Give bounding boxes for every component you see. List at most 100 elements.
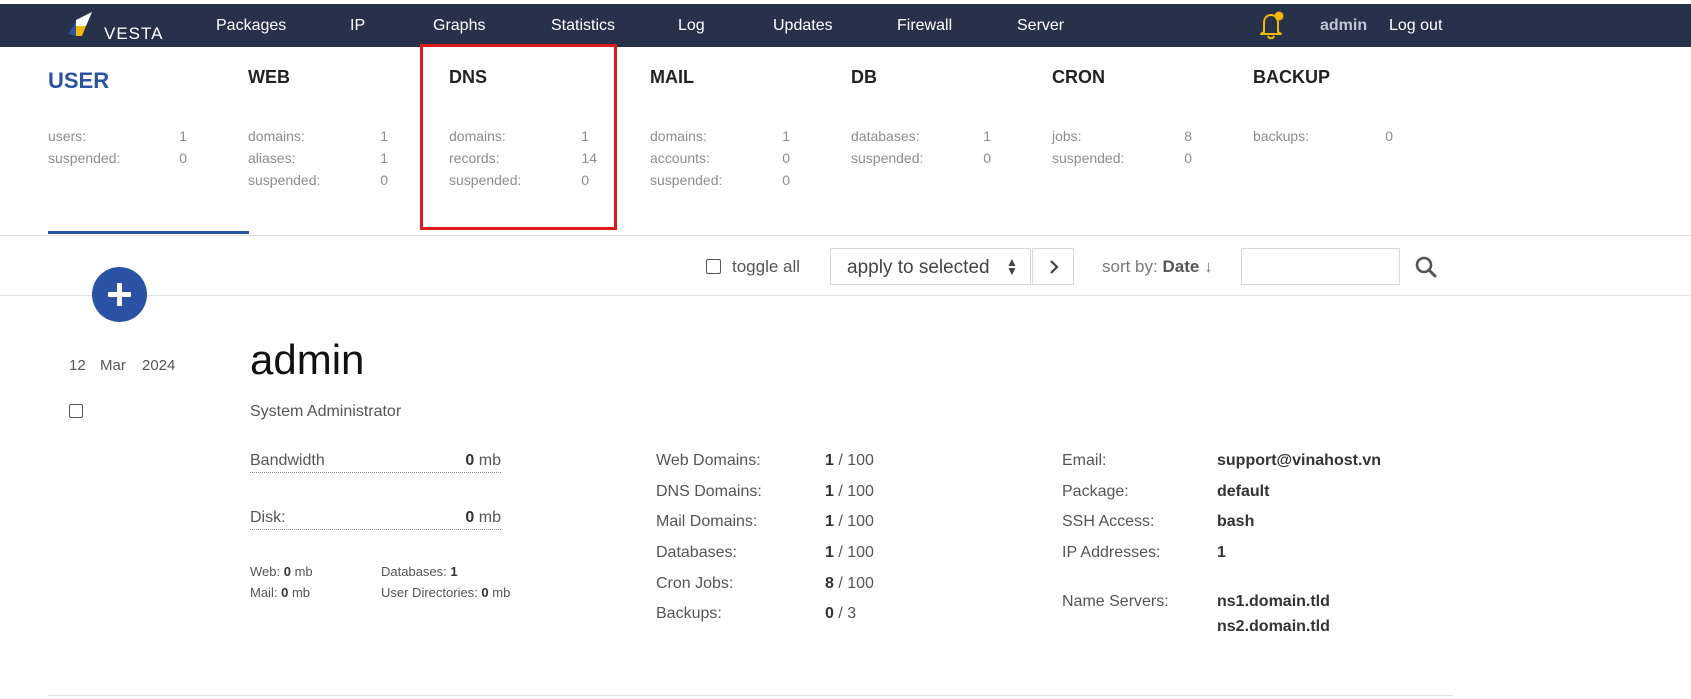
limit-value: 8 / 100 <box>825 575 874 592</box>
limit-used: 0 <box>825 605 834 622</box>
limit-value: 1 / 100 <box>825 544 874 561</box>
top-nav-bar: VESTA Packages IP Graphs Statistics Log … <box>0 4 1691 47</box>
package-label: Package: <box>1062 483 1129 500</box>
limit-used: 1 <box>825 544 834 561</box>
ssh-value: bash <box>1217 513 1255 530</box>
nav-logout[interactable]: Log out <box>1389 4 1442 47</box>
stat-value: 0 <box>380 172 388 188</box>
search-icon[interactable] <box>1414 255 1438 279</box>
bandwidth-unit: mb <box>478 452 501 469</box>
disk-udir-unit: mb <box>492 585 511 600</box>
stat-label: accounts: <box>650 150 710 166</box>
email-value: support@vinahost.vn <box>1217 452 1382 469</box>
limit-label: Mail Domains: <box>656 513 758 530</box>
add-user-button[interactable] <box>92 267 147 322</box>
disk-mail-value: 0 <box>281 585 289 600</box>
stat-value: 0 <box>179 150 187 166</box>
disk-db-label: Databases: <box>381 564 447 579</box>
vesta-logo-icon <box>68 12 92 36</box>
stat-value: 0 <box>1385 128 1393 144</box>
limit-label: Databases: <box>656 544 737 561</box>
limit-label: Backups: <box>656 605 722 622</box>
stat-value: 0 <box>1184 150 1192 166</box>
vesta-logo[interactable]: VESTA <box>64 12 234 43</box>
name-servers-label: Name Servers: <box>1062 593 1169 610</box>
disk-web: Web: 0 mb <box>250 564 313 579</box>
nav-graphs[interactable]: Graphs <box>433 4 485 47</box>
limit-used: 1 <box>825 452 834 469</box>
nav-packages[interactable]: Packages <box>216 4 286 47</box>
nav-log[interactable]: Log <box>678 4 705 47</box>
stat-value: 1 <box>380 128 388 144</box>
date-year: 2024 <box>142 357 176 374</box>
stat-label: suspended: <box>48 150 121 166</box>
nav-username[interactable]: admin <box>1320 4 1367 47</box>
stat-label: suspended: <box>1052 150 1125 166</box>
nav-firewall[interactable]: Firewall <box>897 4 952 47</box>
stat-label: suspended: <box>650 172 723 188</box>
disk-mail: Mail: 0 mb <box>250 585 310 600</box>
chevron-right-icon <box>1050 260 1059 274</box>
limit-max: 100 <box>847 483 874 500</box>
bandwidth-value: 0 mb <box>430 452 501 470</box>
stat-title-web: WEB <box>248 67 290 87</box>
date-day: 12 <box>69 357 86 374</box>
stat-label: jobs: <box>1052 128 1082 144</box>
updown-caret-icon: ▲ ▼ <box>1006 255 1018 278</box>
limit-label: Cron Jobs: <box>656 575 734 592</box>
user-name[interactable]: admin <box>250 336 364 384</box>
disk-databases: Databases: 1 <box>381 564 458 579</box>
bell-icon[interactable] <box>1259 10 1285 40</box>
stat-label: databases: <box>851 128 920 144</box>
limit-value: 1 / 100 <box>825 513 874 530</box>
apply-button[interactable] <box>1032 248 1074 285</box>
package-value: default <box>1217 483 1270 500</box>
stat-value: 8 <box>1184 128 1192 144</box>
apply-to-selected-select[interactable]: apply to selected ▲ ▼ <box>830 248 1031 285</box>
stat-title-db: DB <box>851 67 877 87</box>
sort-by[interactable]: sort by: Date ↓ <box>1102 257 1213 277</box>
nav-updates[interactable]: Updates <box>773 4 833 47</box>
stat-value: 1 <box>179 128 187 144</box>
bandwidth-label: Bandwidth <box>250 452 325 469</box>
limit-max: 100 <box>847 452 874 469</box>
list-divider <box>48 695 1453 696</box>
disk-web-unit: mb <box>294 564 313 579</box>
row-checkbox[interactable] <box>69 404 83 418</box>
search-input[interactable] <box>1241 248 1400 285</box>
disk-web-value: 0 <box>283 564 291 579</box>
nav-server[interactable]: Server <box>1017 4 1064 47</box>
disk-udir-value: 0 <box>481 585 489 600</box>
limit-label: Web Domains: <box>656 452 761 469</box>
name-server-1: ns1.domain.tld <box>1217 593 1330 610</box>
stat-title-user: USER <box>48 68 110 93</box>
stat-label: users: <box>48 128 87 144</box>
disk-udir-label: User Directories: <box>381 585 478 600</box>
brand-name: VESTA <box>104 24 164 43</box>
limit-max: 100 <box>847 513 874 530</box>
active-tab-indicator <box>48 231 249 234</box>
ip-label: IP Addresses: <box>1062 544 1161 561</box>
toolbar-divider <box>0 295 1691 296</box>
dns-highlight-box <box>420 44 617 230</box>
bandwidth-amount: 0 <box>465 452 475 469</box>
stat-title-mail: MAIL <box>650 67 694 87</box>
nav-ip[interactable]: IP <box>350 4 365 47</box>
disk-mail-label: Mail: <box>250 585 278 600</box>
disk-web-label: Web: <box>250 564 281 579</box>
disk-mail-unit: mb <box>291 585 310 600</box>
limit-value: 0 / 3 <box>825 605 857 622</box>
stat-label: domains: <box>650 128 707 144</box>
sort-field: Date <box>1162 257 1200 276</box>
limit-used: 8 <box>825 575 834 592</box>
disk-user-directories: User Directories: 0 mb <box>381 585 510 600</box>
stat-label: suspended: <box>248 172 321 188</box>
stat-value: 1 <box>983 128 991 144</box>
nav-statistics[interactable]: Statistics <box>551 4 615 47</box>
stat-label: aliases: <box>248 150 296 166</box>
toggle-all-checkbox[interactable] <box>706 259 721 274</box>
select-value: apply to selected <box>847 257 990 278</box>
sort-by-prefix: sort by: <box>1102 257 1158 276</box>
toggle-all-label[interactable]: toggle all <box>732 257 800 277</box>
ssh-label: SSH Access: <box>1062 513 1155 530</box>
